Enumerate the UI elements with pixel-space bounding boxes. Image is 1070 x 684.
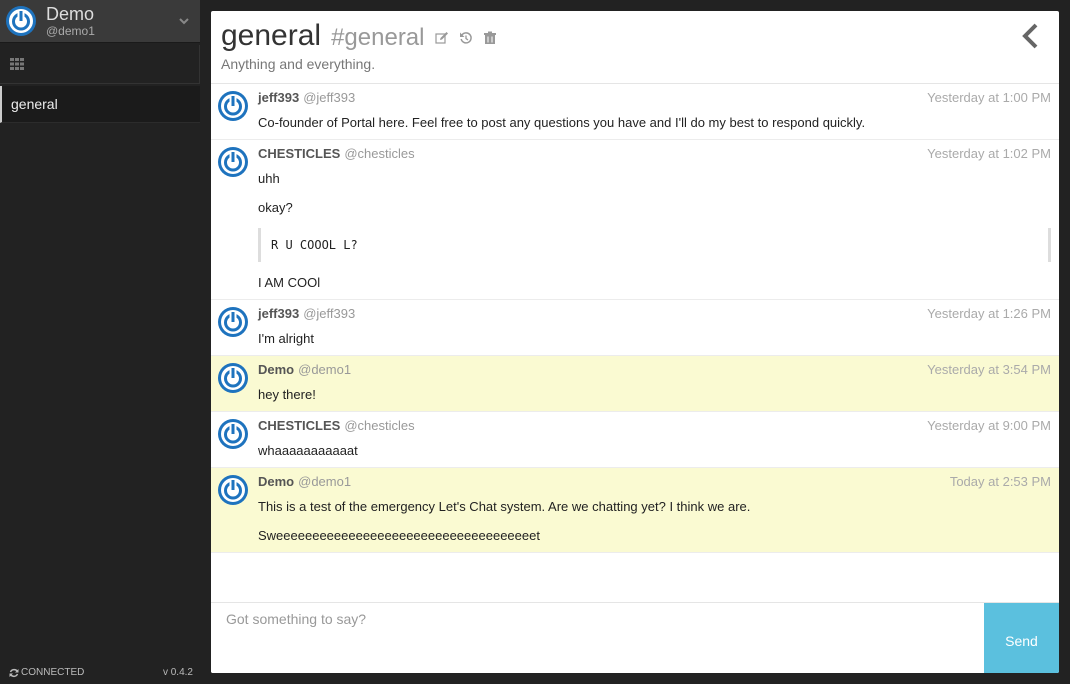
message-text: whaaaaaaaaaaat xyxy=(258,443,358,458)
power-avatar-icon xyxy=(218,475,248,505)
message-author: Demo xyxy=(258,362,295,377)
message-timestamp: Yesterday at 1:26 PM xyxy=(927,306,1051,321)
status-bar: CONNECTED v 0.4.2 xyxy=(9,667,193,678)
message-text: Co-founder of Portal here. Feel free to … xyxy=(258,115,866,130)
message: jeff393 @jeff393 Yesterday at 1:00 PM Co… xyxy=(211,84,1059,140)
message: Demo @demo1 Yesterday at 3:54 PM hey the… xyxy=(211,356,1059,412)
message-author: jeff393 xyxy=(258,306,300,321)
message: Demo @demo1 Today at 2:53 PM This is a t… xyxy=(211,468,1059,553)
message-author: CHESTICLES xyxy=(258,146,341,161)
chevron-left-icon[interactable] xyxy=(1019,21,1041,51)
message-text: Sweeeeeeeeeeeeeeeeeeeeeeeeeeeeeeeeeeeet xyxy=(258,528,540,543)
user-menu[interactable]: Demo @demo1 xyxy=(0,0,200,43)
sidebar-item-general[interactable]: general xyxy=(0,86,200,123)
message-list[interactable]: jeff393 @jeff393 Yesterday at 1:00 PM Co… xyxy=(211,84,1059,603)
message-author: Demo xyxy=(258,474,295,489)
message-text: hey there! xyxy=(258,387,316,402)
message-handle: @jeff393 xyxy=(303,90,356,105)
archive-icon[interactable] xyxy=(483,31,497,45)
edit-icon[interactable] xyxy=(434,31,449,45)
power-avatar-icon xyxy=(218,147,248,177)
message-timestamp: Yesterday at 3:54 PM xyxy=(927,362,1051,377)
message-handle: @chesticles xyxy=(344,418,415,433)
message-author: jeff393 xyxy=(258,90,300,105)
send-button[interactable]: Send xyxy=(984,603,1059,673)
message-timestamp: Today at 2:53 PM xyxy=(949,474,1051,489)
sidebar: Demo @demo1 general CONNECTED v 0.4.2 xyxy=(0,0,200,684)
room-description: Anything and everything. xyxy=(221,56,376,72)
message-text: uhh xyxy=(258,171,280,186)
user-info: Demo @demo1 xyxy=(46,5,95,37)
page-title: general xyxy=(221,19,322,52)
message-text: I AM COOl xyxy=(258,275,321,290)
grid-icon xyxy=(10,58,24,70)
message-text: okay? xyxy=(258,200,293,215)
message-handle: @chesticles xyxy=(344,146,415,161)
message-input[interactable] xyxy=(211,603,984,673)
power-avatar-icon xyxy=(218,91,248,121)
chevron-down-icon[interactable] xyxy=(178,15,190,27)
user-handle: @demo1 xyxy=(46,24,95,38)
power-avatar-icon xyxy=(218,363,248,393)
version-label: v 0.4.2 xyxy=(162,667,193,678)
history-icon[interactable] xyxy=(459,31,473,45)
message-handle: @demo1 xyxy=(298,474,352,489)
message-text: This is a test of the emergency Let's Ch… xyxy=(258,499,751,514)
message-author: CHESTICLES xyxy=(258,418,341,433)
message-text: I'm alright xyxy=(258,331,314,346)
message-timestamp: Yesterday at 1:02 PM xyxy=(927,146,1051,161)
message-timestamp: Yesterday at 1:00 PM xyxy=(927,90,1051,105)
room-slug: #general xyxy=(331,24,425,51)
message-handle: @jeff393 xyxy=(303,306,356,321)
message-handle: @demo1 xyxy=(298,362,352,377)
message: CHESTICLES @chesticles Yesterday at 1:02… xyxy=(211,140,1059,300)
message-composer: Send xyxy=(211,602,1059,673)
user-name: Demo xyxy=(46,4,95,24)
power-avatar-icon xyxy=(218,419,248,449)
message-timestamp: Yesterday at 9:00 PM xyxy=(927,418,1051,433)
rooms-browser-button[interactable] xyxy=(0,45,200,84)
room-panel: general #general Anything and everything… xyxy=(211,11,1059,673)
connection-status: CONNECTED xyxy=(21,667,85,678)
sidebar-item-label: general xyxy=(11,96,58,112)
refresh-icon xyxy=(9,668,19,677)
message-code-block: R U COOOL L? xyxy=(258,228,1051,262)
room-header: general #general Anything and everything… xyxy=(211,11,1059,84)
power-avatar-icon xyxy=(6,6,36,36)
message: jeff393 @jeff393 Yesterday at 1:26 PM I'… xyxy=(211,300,1059,356)
message: CHESTICLES @chesticles Yesterday at 9:00… xyxy=(211,412,1059,468)
power-avatar-icon xyxy=(218,307,248,337)
